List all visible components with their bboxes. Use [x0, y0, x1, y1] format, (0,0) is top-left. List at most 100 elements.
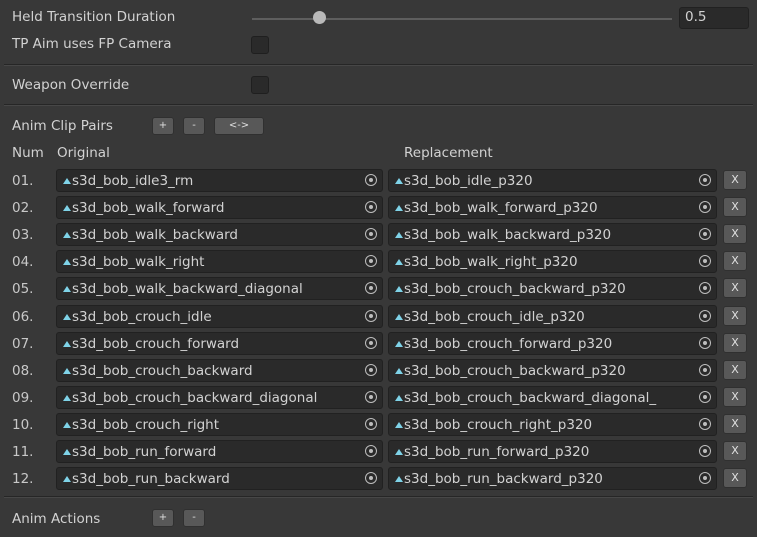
original-clip-field[interactable]: s3d_bob_run_backward	[56, 467, 383, 490]
object-picker-icon[interactable]	[360, 196, 382, 219]
swap-pairs-button[interactable]: <->	[214, 117, 264, 135]
remove-row-button[interactable]: X	[723, 468, 747, 488]
original-clip-field[interactable]: s3d_bob_crouch_backward_diagonal	[56, 386, 383, 409]
animation-clip-icon	[63, 449, 71, 455]
object-picker-icon[interactable]	[694, 169, 716, 192]
object-picker-icon[interactable]	[694, 305, 716, 328]
object-picker-icon[interactable]	[360, 332, 382, 355]
replacement-clip-field[interactable]: s3d_bob_idle_p320	[388, 169, 717, 192]
replacement-clip-field[interactable]: s3d_bob_run_forward_p320	[388, 440, 717, 463]
replacement-clip-name: s3d_bob_crouch_right_p320	[404, 417, 593, 433]
remove-row-button[interactable]: X	[723, 197, 747, 217]
row-number: 05.	[12, 281, 34, 297]
object-picker-icon[interactable]	[360, 467, 382, 490]
add-action-button[interactable]: +	[152, 509, 174, 527]
animation-clip-icon	[63, 476, 71, 482]
object-picker-icon[interactable]	[360, 440, 382, 463]
object-picker-icon[interactable]	[694, 277, 716, 300]
clip-pair-row: 02. s3d_bob_walk_forward s3d_bob_walk_forw…	[0, 196, 757, 220]
remove-row-button[interactable]: X	[723, 387, 747, 407]
object-picker-icon[interactable]	[694, 440, 716, 463]
remove-row-button[interactable]: X	[723, 251, 747, 271]
tp-aim-checkbox[interactable]	[251, 36, 269, 54]
animation-clip-icon	[395, 205, 403, 211]
original-clip-name: s3d_bob_crouch_backward_diagonal	[72, 390, 318, 406]
original-clip-field[interactable]: s3d_bob_walk_backward_diagonal	[56, 277, 383, 300]
animation-clip-icon	[63, 395, 71, 401]
remove-row-button[interactable]: X	[723, 360, 747, 380]
object-picker-icon[interactable]	[694, 332, 716, 355]
row-number: 01.	[12, 173, 34, 189]
row-number: 07.	[12, 336, 34, 352]
replacement-clip-name: s3d_bob_crouch_backward_p320	[404, 281, 626, 297]
object-picker-icon[interactable]	[694, 413, 716, 436]
object-picker-icon[interactable]	[694, 250, 716, 273]
replacement-clip-name: s3d_bob_walk_right_p320	[404, 254, 578, 270]
object-picker-icon[interactable]	[694, 196, 716, 219]
slider-thumb[interactable]	[313, 11, 327, 24]
original-clip-field[interactable]: s3d_bob_crouch_forward	[56, 332, 383, 355]
object-picker-icon[interactable]	[694, 359, 716, 382]
object-picker-icon[interactable]	[360, 413, 382, 436]
original-clip-field[interactable]: s3d_bob_walk_right	[56, 250, 383, 273]
object-picker-icon[interactable]	[360, 169, 382, 192]
replacement-clip-field[interactable]: s3d_bob_crouch_idle_p320	[388, 305, 717, 328]
object-picker-icon[interactable]	[360, 386, 382, 409]
remove-row-button[interactable]: X	[723, 170, 747, 190]
animation-clip-icon	[63, 205, 71, 211]
object-picker-icon[interactable]	[694, 467, 716, 490]
remove-row-button[interactable]: X	[723, 414, 747, 434]
animation-clip-icon	[395, 449, 403, 455]
remove-action-button[interactable]: -	[183, 509, 205, 527]
row-number: 03.	[12, 227, 34, 243]
original-clip-name: s3d_bob_run_forward	[72, 444, 217, 460]
object-picker-icon[interactable]	[694, 223, 716, 246]
original-clip-field[interactable]: s3d_bob_crouch_idle	[56, 305, 383, 328]
object-picker-icon[interactable]	[360, 305, 382, 328]
object-picker-icon[interactable]	[694, 386, 716, 409]
replacement-clip-field[interactable]: s3d_bob_walk_forward_p320	[388, 196, 717, 219]
original-clip-name: s3d_bob_crouch_right	[72, 417, 220, 433]
replacement-clip-field[interactable]: s3d_bob_crouch_backward_p320	[388, 277, 717, 300]
remove-row-button[interactable]: X	[723, 333, 747, 353]
remove-row-button[interactable]: X	[723, 441, 747, 461]
original-clip-field[interactable]: s3d_bob_crouch_right	[56, 413, 383, 436]
original-clip-field[interactable]: s3d_bob_run_forward	[56, 440, 383, 463]
replacement-clip-field[interactable]: s3d_bob_crouch_backward_diagonal_	[388, 386, 717, 409]
object-picker-icon[interactable]	[360, 359, 382, 382]
held-transition-value-field[interactable]: 0.5	[679, 7, 749, 29]
tp-aim-label: TP Aim uses FP Camera	[12, 36, 172, 52]
animation-clip-icon	[63, 259, 71, 265]
remove-row-button[interactable]: X	[723, 278, 747, 298]
replacement-clip-field[interactable]: s3d_bob_walk_right_p320	[388, 250, 717, 273]
remove-pair-button[interactable]: -	[183, 117, 205, 135]
replacement-clip-field[interactable]: s3d_bob_crouch_right_p320	[388, 413, 717, 436]
original-clip-field[interactable]: s3d_bob_walk_forward	[56, 196, 383, 219]
animation-clip-icon	[63, 341, 71, 347]
weapon-override-checkbox[interactable]	[251, 76, 269, 94]
replacement-clip-field[interactable]: s3d_bob_crouch_backward_p320	[388, 359, 717, 382]
replacement-clip-field[interactable]: s3d_bob_run_backward_p320	[388, 467, 717, 490]
original-clip-field[interactable]: s3d_bob_walk_backward	[56, 223, 383, 246]
original-clip-name: s3d_bob_crouch_forward	[72, 336, 240, 352]
replacement-clip-name: s3d_bob_crouch_forward_p320	[404, 336, 613, 352]
divider	[4, 105, 753, 106]
animation-clip-icon	[63, 422, 71, 428]
original-clip-name: s3d_bob_crouch_backward	[72, 363, 253, 379]
animation-clip-icon	[63, 368, 71, 374]
remove-row-button[interactable]: X	[723, 306, 747, 326]
replacement-clip-field[interactable]: s3d_bob_walk_backward_p320	[388, 223, 717, 246]
replacement-clip-field[interactable]: s3d_bob_crouch_forward_p320	[388, 332, 717, 355]
anim-clip-pairs-label: Anim Clip Pairs	[12, 118, 113, 134]
animation-clip-icon	[395, 259, 403, 265]
remove-row-button[interactable]: X	[723, 224, 747, 244]
object-picker-icon[interactable]	[360, 277, 382, 300]
replacement-clip-name: s3d_bob_crouch_backward_diagonal_	[404, 390, 657, 406]
original-clip-field[interactable]: s3d_bob_idle3_rm	[56, 169, 383, 192]
original-clip-field[interactable]: s3d_bob_crouch_backward	[56, 359, 383, 382]
column-header-original: Original	[57, 145, 110, 161]
object-picker-icon[interactable]	[360, 223, 382, 246]
add-pair-button[interactable]: +	[152, 117, 174, 135]
object-picker-icon[interactable]	[360, 250, 382, 273]
original-clip-name: s3d_bob_idle3_rm	[72, 173, 194, 189]
